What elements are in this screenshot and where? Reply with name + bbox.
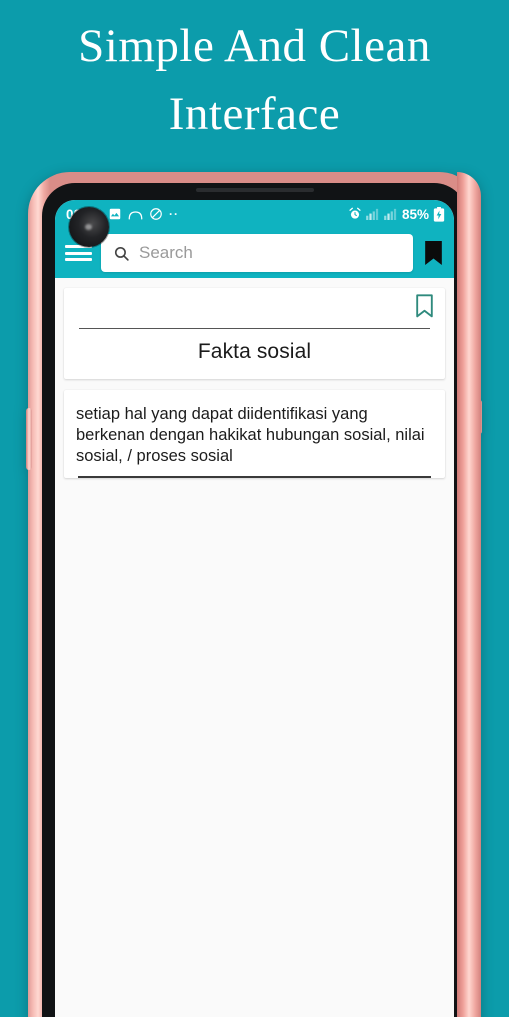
alarm-icon bbox=[348, 207, 362, 221]
definition-divider bbox=[78, 476, 431, 478]
phone-bezel: 09:00 bbox=[42, 183, 467, 1017]
phone-mockup: 09:00 bbox=[26, 172, 482, 1017]
camera-punch-hole bbox=[69, 207, 109, 247]
entry-title-card-body: Fakta sosial bbox=[64, 288, 445, 379]
entry-definition-text: setiap hal yang dapat diidentifikasi yan… bbox=[76, 405, 425, 465]
status-bar-right: 85% bbox=[348, 206, 445, 222]
search-input[interactable]: Search bbox=[101, 234, 413, 272]
bookmark-filled-icon[interactable] bbox=[424, 240, 443, 266]
power-button[interactable] bbox=[477, 400, 482, 434]
signal-bars-icon bbox=[366, 208, 380, 220]
entry-title: Fakta sosial bbox=[197, 340, 312, 363]
status-bar: 09:00 bbox=[55, 200, 454, 228]
search-placeholder: Search bbox=[139, 243, 193, 262]
content-area: Fakta sosial setiap hal yang dapat diide… bbox=[55, 278, 454, 478]
entry-definition-card-body: setiap hal yang dapat diidentifikasi yan… bbox=[64, 390, 445, 478]
more-dots-icon: ·· bbox=[169, 207, 180, 221]
promo-headline: Simple And Clean Interface bbox=[78, 20, 431, 140]
battery-charging-icon bbox=[433, 206, 445, 222]
app-bar: Search bbox=[55, 228, 454, 278]
entry-bookmark-row bbox=[73, 294, 436, 323]
image-icon bbox=[108, 207, 122, 221]
volume-button[interactable] bbox=[26, 408, 32, 470]
entry-definition-card[interactable]: setiap hal yang dapat diidentifikasi yan… bbox=[64, 390, 445, 478]
phone-screen: 09:00 bbox=[55, 200, 454, 1017]
earpiece-speaker bbox=[195, 188, 314, 192]
bookmark-outline-icon[interactable] bbox=[415, 294, 434, 323]
cloud-icon bbox=[128, 208, 143, 221]
search-icon bbox=[113, 245, 130, 262]
signal-bars-icon bbox=[384, 208, 398, 220]
entry-title-card[interactable]: Fakta sosial bbox=[64, 288, 445, 379]
battery-percent-label: 85% bbox=[401, 206, 429, 222]
do-not-disturb-icon bbox=[149, 207, 163, 221]
